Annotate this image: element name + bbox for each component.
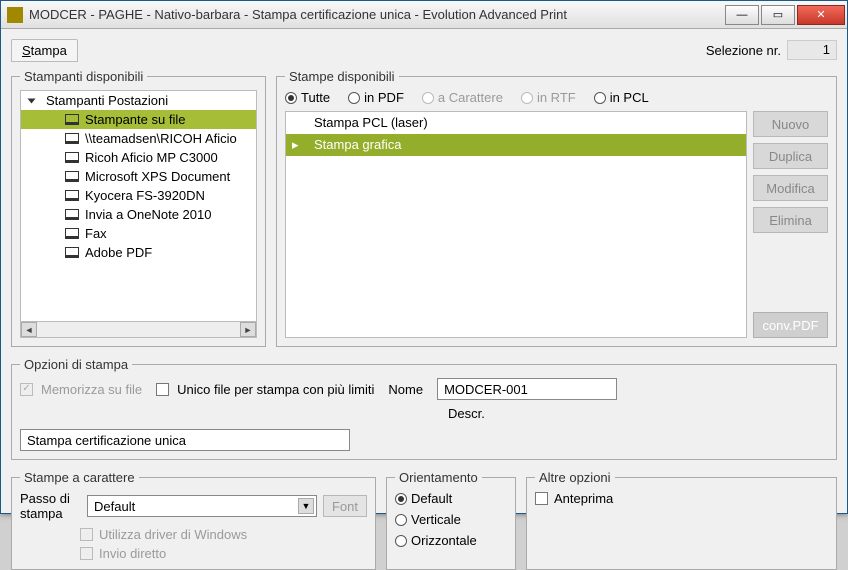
invio-label: Invio diretto xyxy=(99,546,166,561)
modifica-button[interactable]: Modifica xyxy=(753,175,828,201)
descr-label: Descr. xyxy=(448,406,485,421)
unico-checkbox[interactable] xyxy=(156,383,169,396)
stampe-list[interactable]: Stampa PCL (laser) ▸Stampa grafica xyxy=(285,111,747,338)
scroll-track[interactable] xyxy=(37,322,240,337)
nome-label: Nome xyxy=(388,382,423,397)
printer-item[interactable]: \\teamadsen\RICOH Aficio xyxy=(21,129,256,148)
radio-icon xyxy=(594,92,606,104)
orientamento-legend: Orientamento xyxy=(395,470,482,485)
printer-item[interactable]: Stampante su file xyxy=(21,110,256,129)
altre-group: Altre opzioni Anteprima xyxy=(526,470,837,570)
tree-root[interactable]: Stampanti Postazioni xyxy=(21,91,256,110)
stampe-buttons: Nuovo Duplica Modifica Elimina conv.PDF xyxy=(753,111,828,338)
radio-icon xyxy=(422,92,434,104)
printer-icon xyxy=(65,247,79,258)
printer-icon xyxy=(65,228,79,239)
anteprima-label: Anteprima xyxy=(554,491,613,506)
printer-icon xyxy=(65,133,79,144)
printers-group: Stampanti disponibili Stampanti Postazio… xyxy=(11,69,266,347)
convpdf-button[interactable]: conv.PDF xyxy=(753,312,828,338)
driver-label: Utilizza driver di Windows xyxy=(99,527,247,542)
stampe-legend: Stampe disponibili xyxy=(285,69,399,84)
filter-inpdf[interactable]: in PDF xyxy=(348,90,404,105)
printer-icon xyxy=(65,171,79,182)
printer-item[interactable]: Invia a OneNote 2010 xyxy=(21,205,256,224)
app-icon xyxy=(7,7,23,23)
printer-icon xyxy=(65,152,79,163)
opzioni-group: Opzioni di stampa Memorizza su file Unic… xyxy=(11,357,837,460)
menubar: Stampa Selezione nr. 1 xyxy=(11,37,837,63)
horizontal-scrollbar[interactable]: ◄ ► xyxy=(21,321,256,337)
memorizza-label: Memorizza su file xyxy=(41,382,142,397)
radio-icon xyxy=(285,92,297,104)
anteprima-checkbox[interactable] xyxy=(535,492,548,505)
printers-tree[interactable]: Stampanti Postazioni Stampante su file \… xyxy=(20,90,257,338)
carattere-group: Stampe a carattere Passo di stampa Defau… xyxy=(11,470,376,570)
radio-icon xyxy=(348,92,360,104)
filter-carattere: a Carattere xyxy=(422,90,503,105)
chevron-down-icon[interactable]: ▼ xyxy=(298,498,314,514)
menu-stampa[interactable]: Stampa xyxy=(11,39,78,62)
row-marker-icon: ▸ xyxy=(292,137,299,153)
printer-item[interactable]: Adobe PDF xyxy=(21,243,256,262)
altre-legend: Altre opzioni xyxy=(535,470,615,485)
printer-icon xyxy=(65,114,79,125)
orientamento-group: Orientamento Default Verticale Orizzonta… xyxy=(386,470,516,570)
driver-row: Utilizza driver di Windows xyxy=(80,527,367,542)
list-item[interactable]: ▸Stampa grafica xyxy=(286,134,746,156)
window: MODCER - PAGHE - Nativo-barbara - Stampa… xyxy=(0,0,848,514)
driver-checkbox xyxy=(80,528,93,541)
maximize-button[interactable]: ▭ xyxy=(761,5,795,25)
printer-item[interactable]: Ricoh Aficio MP C3000 xyxy=(21,148,256,167)
radio-icon xyxy=(395,535,407,547)
printer-item[interactable]: Kyocera FS-3920DN xyxy=(21,186,256,205)
window-buttons: — ▭ ✕ xyxy=(725,5,847,25)
printer-item[interactable]: Microsoft XPS Document xyxy=(21,167,256,186)
orient-orizzontale[interactable]: Orizzontale xyxy=(395,533,507,548)
selection-indicator: Selezione nr. 1 xyxy=(706,40,837,60)
filter-tutte[interactable]: Tutte xyxy=(285,90,330,105)
scroll-right-icon[interactable]: ► xyxy=(240,322,256,337)
close-button[interactable]: ✕ xyxy=(797,5,845,25)
orient-verticale[interactable]: Verticale xyxy=(395,512,507,527)
elimina-button[interactable]: Elimina xyxy=(753,207,828,233)
radio-icon xyxy=(395,493,407,505)
filter-inrtf: in RTF xyxy=(521,90,576,105)
titlebar: MODCER - PAGHE - Nativo-barbara - Stampa… xyxy=(1,1,847,29)
content: Stampa Selezione nr. 1 Stampanti disponi… xyxy=(1,29,847,513)
scroll-left-icon[interactable]: ◄ xyxy=(21,322,37,337)
orient-default[interactable]: Default xyxy=(395,491,507,506)
window-title: MODCER - PAGHE - Nativo-barbara - Stampa… xyxy=(29,7,725,22)
stampe-group: Stampe disponibili Tutte in PDF a Caratt… xyxy=(276,69,837,347)
unico-label: Unico file per stampa con più limiti xyxy=(177,382,374,397)
memorizza-checkbox xyxy=(20,383,33,396)
list-item[interactable]: Stampa PCL (laser) xyxy=(286,112,746,134)
printers-legend: Stampanti disponibili xyxy=(20,69,147,84)
nuovo-button[interactable]: Nuovo xyxy=(753,111,828,137)
chevron-down-icon xyxy=(28,98,36,103)
printer-icon xyxy=(65,209,79,220)
invio-row: Invio diretto xyxy=(80,546,367,561)
carattere-legend: Stampe a carattere xyxy=(20,470,139,485)
filter-inpcl[interactable]: in PCL xyxy=(594,90,649,105)
duplica-button[interactable]: Duplica xyxy=(753,143,828,169)
printer-icon xyxy=(65,190,79,201)
radio-icon xyxy=(521,92,533,104)
invio-checkbox xyxy=(80,547,93,560)
descr-input[interactable] xyxy=(20,429,350,451)
radio-icon xyxy=(395,514,407,526)
selection-label: Selezione nr. xyxy=(706,43,781,58)
minimize-button[interactable]: — xyxy=(725,5,759,25)
passo-label: Passo di stampa xyxy=(20,491,75,521)
filter-radios: Tutte in PDF a Carattere in RTF in PCL xyxy=(285,90,828,105)
opzioni-legend: Opzioni di stampa xyxy=(20,357,132,372)
selection-value: 1 xyxy=(787,40,837,60)
nome-input[interactable] xyxy=(437,378,617,400)
printer-item[interactable]: Fax xyxy=(21,224,256,243)
